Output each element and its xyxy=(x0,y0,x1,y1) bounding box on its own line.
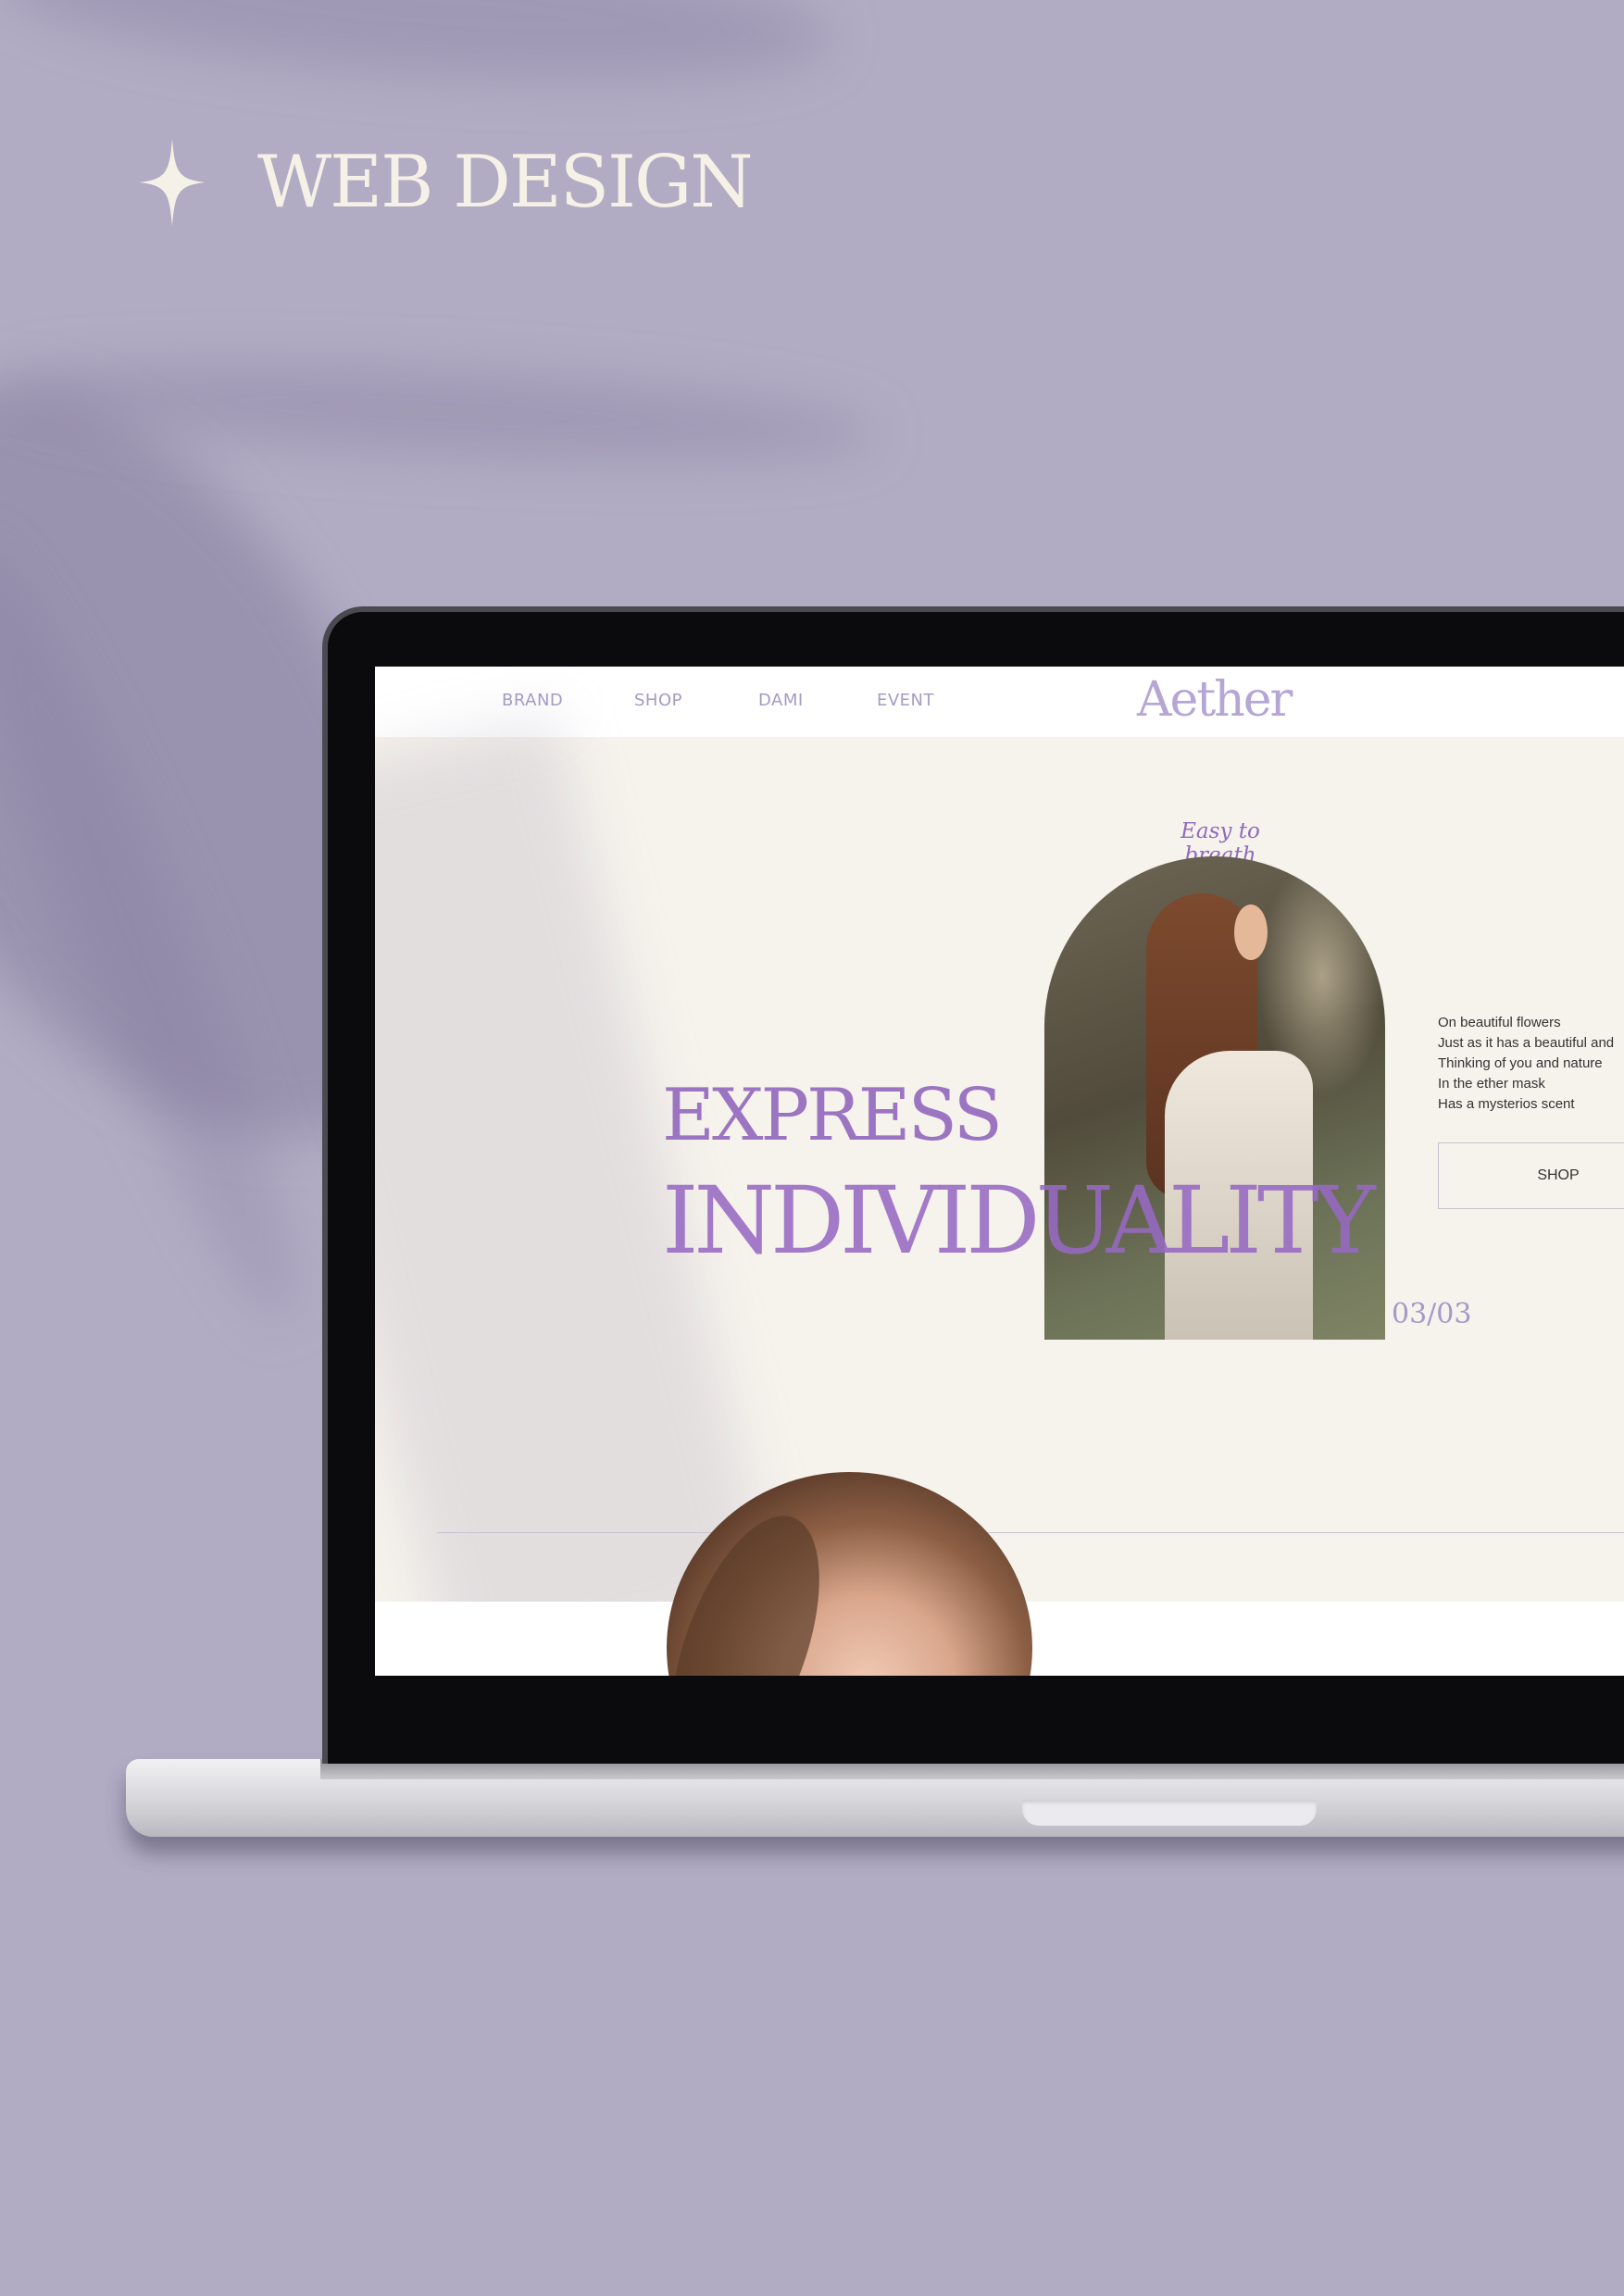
shop-button[interactable]: SHOP xyxy=(1438,1142,1624,1209)
slide-counter: 03/03 xyxy=(1392,1298,1472,1330)
site-logo[interactable]: Aether xyxy=(1137,672,1293,728)
nav-link-shop[interactable]: SHOP xyxy=(634,691,682,710)
leaf-shadow xyxy=(0,0,837,104)
leaf-shadow xyxy=(0,528,338,1342)
poem-line: On beautiful flowers xyxy=(1438,1015,1561,1030)
leaf-shadow xyxy=(0,347,881,477)
hero-title-line2: INDIVIDUALITY xyxy=(662,1167,1376,1275)
section-divider xyxy=(437,1532,1624,1533)
laptop-notch xyxy=(1022,1800,1317,1826)
poem-line: In the ether mask xyxy=(1438,1076,1545,1092)
nav-link-brand[interactable]: BRAND xyxy=(502,691,563,710)
laptop-base xyxy=(126,1759,1624,1837)
nav-link-dami[interactable]: DAMI xyxy=(758,691,804,710)
hero-title-line1: EXPRESS xyxy=(662,1074,1003,1157)
poem-line: Thinking of you and nature xyxy=(1438,1055,1603,1071)
nav-link-event[interactable]: EVENT xyxy=(877,691,934,710)
laptop-screen: BRAND SHOP DAMI EVENT Aether Easy to bre… xyxy=(375,667,1624,1676)
poem-line: Has a mysterios scent xyxy=(1438,1096,1575,1112)
poem-line: Just as it has a beautiful and xyxy=(1438,1035,1615,1051)
four-point-star-icon xyxy=(139,139,206,226)
site-nav: BRAND SHOP DAMI EVENT Aether xyxy=(375,667,1624,737)
page-title: WEB DESIGN xyxy=(257,141,754,224)
hero-poem: On beautiful flowers Just as it has a be… xyxy=(1438,1013,1624,1115)
